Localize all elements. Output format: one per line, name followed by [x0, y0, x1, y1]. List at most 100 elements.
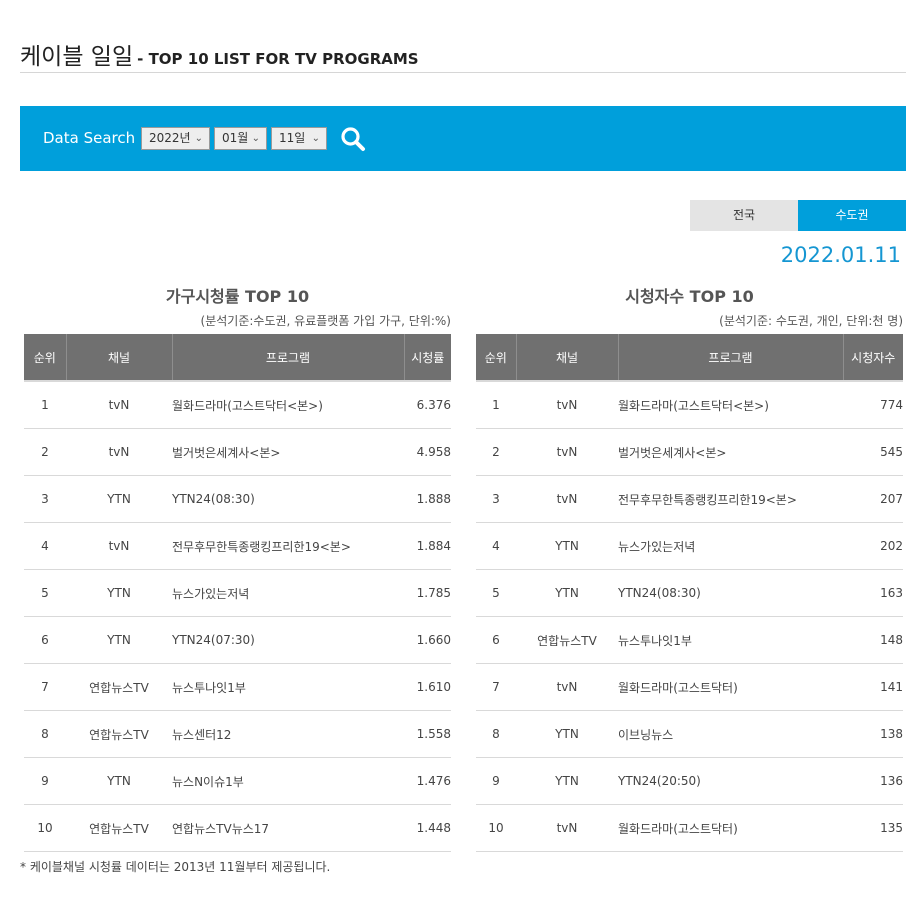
column-header-rank: 순위: [476, 334, 517, 381]
search-icon[interactable]: [340, 126, 366, 152]
day-select[interactable]: 11일 ⌄: [271, 127, 327, 150]
channel-cell: YTN: [66, 616, 172, 664]
channel-cell: tvN: [516, 428, 618, 476]
column-header-program: 프로그램: [618, 334, 844, 381]
table-row: 1 tvN 월화드라마(고스트닥터<본>) 6.376: [24, 380, 451, 429]
channel-cell: 연합뉴스TV: [66, 710, 172, 758]
month-select[interactable]: 01월 ⌄: [214, 127, 267, 150]
value-cell: 136: [843, 757, 903, 805]
value-cell: 1.884: [404, 522, 451, 570]
column-header-channel: 채널: [516, 334, 619, 381]
channel-cell: tvN: [516, 804, 618, 852]
year-select[interactable]: 2022년 ⌄: [141, 127, 210, 150]
rank-cell: 10: [476, 804, 516, 852]
value-cell: 163: [843, 569, 903, 617]
chevron-down-icon: ⌄: [251, 133, 260, 144]
table-row: 10 연합뉴스TV 연합뉴스TV뉴스17 1.448: [24, 804, 451, 852]
program-cell: 월화드라마(고스트닥터<본>): [618, 380, 843, 429]
program-cell: YTN24(07:30): [172, 616, 404, 664]
rank-cell: 4: [24, 522, 66, 570]
household-ratings-table: 순위 채널 프로그램 시청률 1 tvN 월화드라마(고스트닥터<본>) 6.376 2…: [24, 334, 451, 852]
program-cell: 월화드라마(고스트닥터): [618, 804, 843, 852]
page-title: 케이블 일일 - TOP 10 LIST FOR TV PROGRAMS: [20, 34, 419, 72]
channel-cell: 연합뉴스TV: [66, 804, 172, 852]
value-cell: 207: [843, 475, 903, 523]
value-cell: 138: [843, 710, 903, 758]
channel-cell: tvN: [66, 380, 172, 429]
month-select-value: 01월: [222, 131, 249, 145]
channel-cell: tvN: [516, 663, 618, 711]
tab-nationwide[interactable]: 전국: [690, 200, 798, 231]
table-row: 5 YTN YTN24(08:30) 163: [476, 569, 903, 617]
table-header-row: 순위 채널 프로그램 시청률: [24, 334, 451, 381]
column-header-rating: 시청률: [404, 334, 451, 381]
rank-cell: 3: [24, 475, 66, 523]
program-cell: 벌거벗은세계사<본>: [172, 428, 404, 476]
rank-cell: 7: [476, 663, 516, 711]
value-cell: 4.958: [404, 428, 451, 476]
channel-cell: YTN: [66, 475, 172, 523]
value-cell: 1.476: [404, 757, 451, 805]
channel-cell: YTN: [516, 522, 618, 570]
viewers-section-note: (분석기준: 수도권, 개인, 단위:천 명): [719, 314, 903, 328]
rank-cell: 9: [476, 757, 516, 805]
year-select-value: 2022년: [149, 131, 191, 145]
table-row: 2 tvN 벌거벗은세계사<본> 4.958: [24, 428, 451, 476]
table-row: 4 tvN 전무후무한특종랭킹프리한19<본> 1.884: [24, 522, 451, 570]
program-cell: YTN24(20:50): [618, 757, 843, 805]
value-cell: 1.888: [404, 475, 451, 523]
rank-cell: 8: [476, 710, 516, 758]
table-row: 5 YTN 뉴스가있는저녁 1.785: [24, 569, 451, 617]
column-header-program: 프로그램: [172, 334, 405, 381]
table-row: 7 tvN 월화드라마(고스트닥터) 141: [476, 663, 903, 711]
table-row: 8 YTN 이브닝뉴스 138: [476, 710, 903, 758]
channel-cell: YTN: [516, 710, 618, 758]
rank-cell: 10: [24, 804, 66, 852]
program-cell: YTN24(08:30): [172, 475, 404, 523]
search-bar: Data Search 2022년 ⌄ 01월 ⌄ 11일 ⌄: [20, 106, 906, 171]
channel-cell: YTN: [66, 757, 172, 805]
table-row: 3 YTN YTN24(08:30) 1.888: [24, 475, 451, 523]
channel-cell: YTN: [516, 569, 618, 617]
program-cell: 이브닝뉴스: [618, 710, 843, 758]
channel-cell: tvN: [516, 475, 618, 523]
tab-capital-area[interactable]: 수도권: [798, 200, 906, 231]
table-header-row: 순위 채널 프로그램 시청자수: [476, 334, 903, 381]
rank-cell: 2: [476, 428, 516, 476]
footnote: * 케이블채널 시청률 데이터는 2013년 11월부터 제공됩니다.: [20, 860, 331, 874]
value-cell: 141: [843, 663, 903, 711]
day-select-value: 11일: [279, 131, 306, 145]
program-cell: 뉴스투나잇1부: [618, 616, 843, 664]
program-cell: 뉴스센터12: [172, 710, 404, 758]
program-cell: YTN24(08:30): [618, 569, 843, 617]
household-section-note: (분석기준:수도권, 유료플랫폼 가입 가구, 단위:%): [200, 314, 451, 328]
rank-cell: 3: [476, 475, 516, 523]
channel-cell: YTN: [66, 569, 172, 617]
rank-cell: 8: [24, 710, 66, 758]
program-cell: 벌거벗은세계사<본>: [618, 428, 843, 476]
column-header-viewers: 시청자수: [843, 334, 903, 381]
title-divider: [20, 72, 906, 73]
rank-cell: 2: [24, 428, 66, 476]
value-cell: 545: [843, 428, 903, 476]
rank-cell: 6: [24, 616, 66, 664]
column-header-rank: 순위: [24, 334, 67, 381]
program-cell: 뉴스N이슈1부: [172, 757, 404, 805]
rank-cell: 5: [476, 569, 516, 617]
table-row: 9 YTN 뉴스N이슈1부 1.476: [24, 757, 451, 805]
value-cell: 1.660: [404, 616, 451, 664]
program-cell: 뉴스가있는저녁: [172, 569, 404, 617]
channel-cell: YTN: [516, 757, 618, 805]
value-cell: 1.448: [404, 804, 451, 852]
table-row: 6 연합뉴스TV 뉴스투나잇1부 148: [476, 616, 903, 664]
value-cell: 202: [843, 522, 903, 570]
value-cell: 135: [843, 804, 903, 852]
program-cell: 전무후무한특종랭킹프리한19<본>: [172, 522, 404, 570]
value-cell: 774: [843, 380, 903, 429]
channel-cell: tvN: [66, 428, 172, 476]
program-cell: 뉴스투나잇1부: [172, 663, 404, 711]
value-cell: 1.610: [404, 663, 451, 711]
table-row: 9 YTN YTN24(20:50) 136: [476, 757, 903, 805]
value-cell: 148: [843, 616, 903, 664]
table-row: 10 tvN 월화드라마(고스트닥터) 135: [476, 804, 903, 852]
